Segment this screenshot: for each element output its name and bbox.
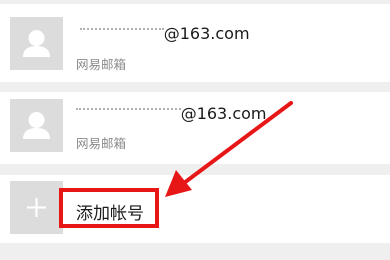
highlight-box bbox=[59, 188, 159, 228]
masked-email-prefix: xxxxxxxxxx bbox=[76, 104, 181, 123]
person-placeholder-icon bbox=[10, 17, 63, 70]
person-placeholder-icon bbox=[10, 99, 63, 152]
email-domain: @163.com bbox=[180, 104, 267, 123]
account-provider: 网易邮箱 bbox=[76, 57, 127, 72]
masked-email-prefix: xxxxxxxx bbox=[80, 24, 164, 43]
plus-icon bbox=[10, 181, 63, 234]
account-list-screen: xxxxxxxx@163.com 网易邮箱 xxxxxxxxxx@163.com… bbox=[0, 0, 390, 260]
account-email: xxxxxxxxxx@163.com bbox=[76, 104, 266, 123]
account-email: xxxxxxxx@163.com bbox=[80, 24, 250, 43]
account-provider: 网易邮箱 bbox=[76, 136, 127, 151]
account-row[interactable]: xxxxxxxxxx@163.com 网易邮箱 bbox=[0, 92, 390, 164]
email-domain: @163.com bbox=[163, 24, 250, 43]
account-row[interactable]: xxxxxxxx@163.com 网易邮箱 bbox=[0, 4, 390, 82]
